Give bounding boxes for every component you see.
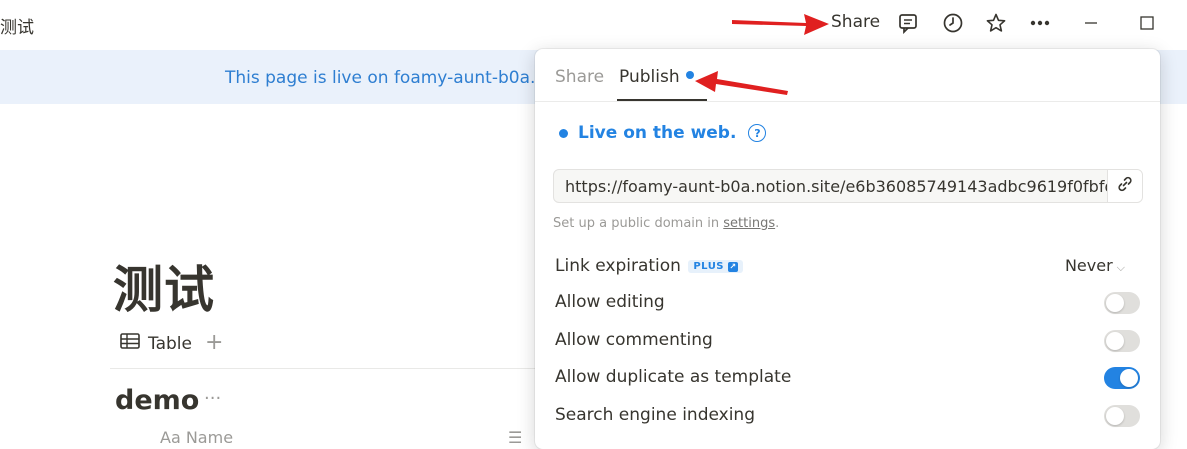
chevron-down-icon: ⌵ xyxy=(1116,261,1125,274)
public-url-text[interactable]: https://foamy-aunt-b0a.notion.site/e6b36… xyxy=(565,177,1110,196)
allow-editing-toggle[interactable] xyxy=(1104,292,1140,314)
table-icon xyxy=(120,333,140,354)
top-bar: 测试 Share xyxy=(0,0,1187,48)
minimize-icon[interactable] xyxy=(1078,10,1104,36)
more-dots-icon[interactable] xyxy=(1027,10,1053,36)
option-label: Allow commenting xyxy=(555,330,713,350)
option-label: Search engine indexing xyxy=(555,405,755,425)
option-row-allow-duplicate: Allow duplicate as template xyxy=(555,363,1140,393)
live-dot-icon xyxy=(559,128,568,138)
link-expiration-value: Never xyxy=(1064,256,1113,275)
view-tab-table[interactable]: Table xyxy=(120,333,192,354)
public-url-field[interactable]: https://foamy-aunt-b0a.notion.site/e6b36… xyxy=(553,169,1143,203)
link-expiration-label-wrap: Link expiration PLUS ↗ xyxy=(555,256,744,276)
page-title[interactable]: 测试 xyxy=(113,250,215,322)
database-title[interactable]: demo xyxy=(115,385,199,416)
option-label: Allow editing xyxy=(555,292,665,312)
toggle-knob xyxy=(1106,332,1124,350)
upgrade-arrow-icon: ↗ xyxy=(728,261,739,272)
link-expiration-select[interactable]: Never ⌵ xyxy=(1065,256,1125,275)
live-status: Live on the web. ? xyxy=(559,123,767,143)
allow-commenting-toggle[interactable] xyxy=(1104,330,1140,352)
breadcrumb[interactable]: 测试 xyxy=(0,13,34,38)
allow-duplicate-toggle[interactable] xyxy=(1104,367,1140,389)
share-button[interactable]: Share xyxy=(831,12,880,32)
option-row-allow-commenting: Allow commenting xyxy=(555,326,1140,356)
popup-tabs: Share Publish xyxy=(535,49,1160,102)
help-icon[interactable]: ? xyxy=(748,124,767,142)
domain-note-text: Set up a public domain in xyxy=(553,216,724,231)
option-label: Allow duplicate as template xyxy=(555,367,792,387)
toggle-knob xyxy=(1106,294,1124,312)
copy-link-button[interactable] xyxy=(1107,170,1142,202)
tab-share[interactable]: Share xyxy=(555,67,604,87)
history-clock-icon[interactable] xyxy=(940,10,966,36)
domain-note-suffix: . xyxy=(775,216,780,231)
live-status-text: Live on the web. xyxy=(578,123,737,143)
settings-link[interactable]: settings xyxy=(723,216,775,231)
active-tab-underline xyxy=(617,99,707,101)
option-row-search-indexing: Search engine indexing xyxy=(555,401,1140,431)
add-view-button[interactable]: + xyxy=(205,330,223,355)
database-more-button[interactable]: ··· xyxy=(204,388,221,409)
plus-badge[interactable]: PLUS ↗ xyxy=(688,260,744,273)
link-expiration-label: Link expiration xyxy=(555,256,681,276)
link-expiration-row: Link expiration PLUS ↗ Never ⌵ xyxy=(555,252,1140,282)
toggle-knob xyxy=(1106,407,1124,425)
domain-note: Set up a public domain in settings. xyxy=(553,216,779,231)
share-publish-popup: Share Publish Live on the web. ? https:/… xyxy=(535,49,1160,449)
tab-publish[interactable]: Publish xyxy=(619,67,680,87)
publish-status-dot xyxy=(686,71,694,79)
view-tab-label: Table xyxy=(148,333,192,354)
column-header-icon[interactable]: ☰ xyxy=(508,428,522,447)
toggle-knob xyxy=(1120,369,1138,387)
column-header-name[interactable]: Aa Name xyxy=(160,428,233,447)
comment-icon[interactable] xyxy=(895,10,921,36)
divider xyxy=(110,368,540,369)
search-indexing-toggle[interactable] xyxy=(1104,405,1140,427)
option-row-allow-editing: Allow editing xyxy=(555,288,1140,318)
link-icon xyxy=(1116,175,1134,197)
favorite-star-icon[interactable] xyxy=(983,10,1009,36)
plus-badge-text: PLUS xyxy=(693,261,725,272)
maximize-icon[interactable] xyxy=(1134,10,1160,36)
